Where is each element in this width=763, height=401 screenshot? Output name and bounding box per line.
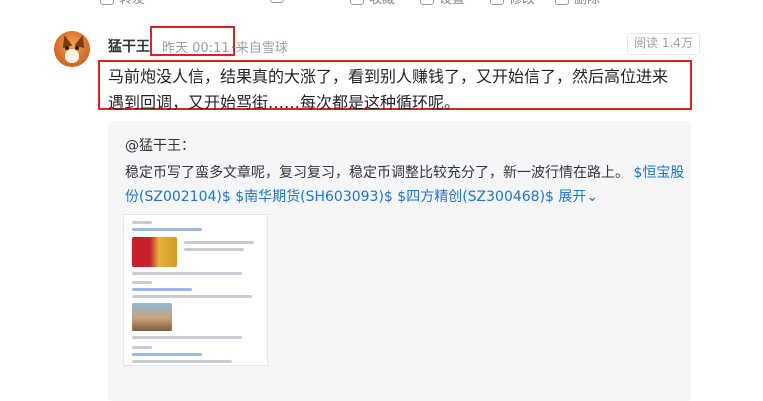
edit-icon xyxy=(490,0,504,5)
stock-link[interactable]: $南华期货(SH603093)$ xyxy=(235,189,393,205)
settings-button[interactable]: 设置 xyxy=(420,0,465,7)
edit-button[interactable]: 修改 xyxy=(490,0,535,7)
time-highlight-box xyxy=(150,26,235,56)
username[interactable]: 猛干王 xyxy=(108,36,150,56)
read-count-badge: 阅读 1.4万 xyxy=(627,33,700,55)
post-source: 来自雪球 xyxy=(235,41,288,56)
comment-button[interactable]: 7 xyxy=(270,0,297,3)
chevron-down-icon: ⌄ xyxy=(586,189,599,205)
comment-icon xyxy=(270,0,284,3)
quoted-text: 稳定币写了蛮多文章呢，复习复习，稳定币调整比较充分了，新一波行情在路上。 $恒宝… xyxy=(125,165,685,205)
repost-icon xyxy=(100,0,114,5)
repost-button[interactable]: 转发 xyxy=(100,0,145,7)
stock-link[interactable]: $四方精创(SZ300468)$ xyxy=(397,189,554,205)
post-action-toolbar: 转发 7 收藏 设置 修改 删除 xyxy=(100,0,740,8)
quoted-image-thumbnail[interactable] xyxy=(123,214,268,366)
gear-icon xyxy=(420,0,434,5)
delete-button[interactable]: 删除 xyxy=(555,0,600,7)
bookmark-icon xyxy=(350,0,364,5)
quoted-author[interactable]: @猛干王： xyxy=(125,135,195,155)
bookmark-button[interactable]: 收藏 xyxy=(350,0,395,7)
quoted-post[interactable]: @猛干王： 稳定币写了蛮多文章呢，复习复习，稳定币调整比较充分了，新一波行情在路… xyxy=(108,121,691,401)
avatar[interactable] xyxy=(54,31,90,67)
trash-icon xyxy=(555,0,569,5)
post-text: 马前炮没人信，结果真的大涨了，看到别人赚钱了，又开始信了，然后高位进来遇到回调，… xyxy=(98,60,692,112)
expand-link[interactable]: 展开⌄ xyxy=(558,189,598,205)
